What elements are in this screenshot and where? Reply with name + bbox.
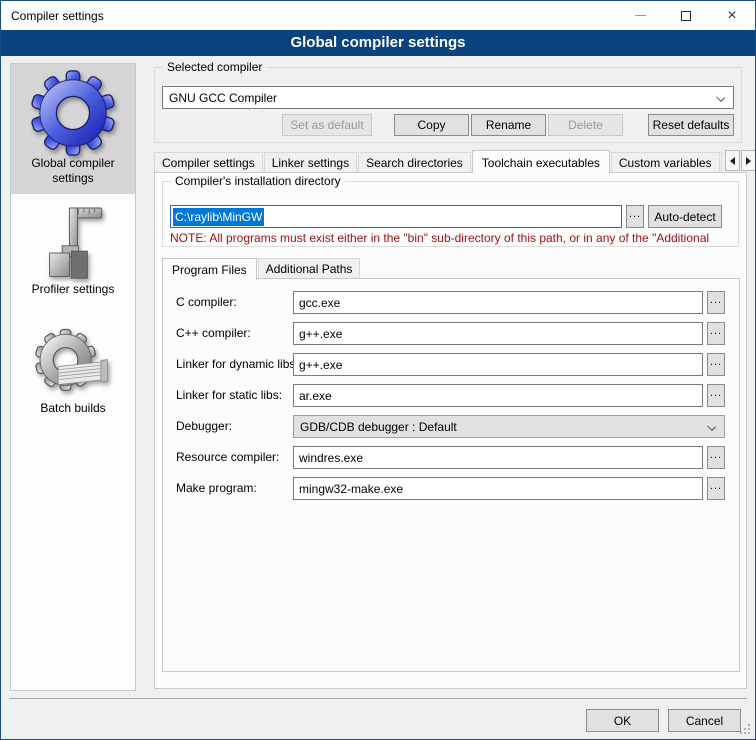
minimize-icon <box>635 15 646 16</box>
chevron-down-icon <box>707 422 716 431</box>
debugger-label: Debugger: <box>176 419 232 433</box>
sidebar-item-label: Batch builds <box>11 401 135 424</box>
make-program-browse-button[interactable]: ... <box>707 477 725 500</box>
cpp-compiler-row: C++ compiler: ... <box>163 322 739 345</box>
dynamic-linker-row: Linker for dynamic libs: ... <box>163 353 739 376</box>
compiler-select[interactable]: GNU GCC Compiler <box>162 86 734 109</box>
cpp-compiler-label: C++ compiler: <box>176 326 251 340</box>
cpp-compiler-browse-button[interactable]: ... <box>707 322 725 345</box>
bin-subdirectory-note: NOTE: All programs must exist either in … <box>170 231 735 245</box>
sidebar-item-profiler-settings[interactable]: Profiler settings <box>11 194 135 305</box>
static-linker-browse-button[interactable]: ... <box>707 384 725 407</box>
toolchain-executables-page: Compiler's installation directory C:\ray… <box>154 172 747 689</box>
dynamic-linker-label: Linker for dynamic libs: <box>176 357 299 371</box>
resource-compiler-row: Resource compiler: ... <box>163 446 739 469</box>
dialog-content: Global compiler settings <box>1 56 755 739</box>
tab-compiler-settings[interactable]: Compiler settings <box>154 152 263 172</box>
c-compiler-browse-button[interactable]: ... <box>707 291 725 314</box>
resource-compiler-input[interactable] <box>293 446 703 469</box>
set-as-default-button[interactable]: Set as default <box>282 114 372 136</box>
dynamic-linker-browse-button[interactable]: ... <box>707 353 725 376</box>
debugger-select[interactable]: GDB/CDB debugger : Default <box>293 415 725 438</box>
arrow-right-icon <box>746 157 755 165</box>
settings-tabbar: Compiler settings Linker settings Search… <box>154 150 724 173</box>
make-program-input[interactable] <box>293 477 703 500</box>
resize-grip[interactable] <box>740 724 752 736</box>
installation-directory-selected-text: C:\raylib\MinGW <box>173 208 264 226</box>
tab-custom-variables[interactable]: Custom variables <box>611 152 720 172</box>
tab-additional-paths[interactable]: Additional Paths <box>258 258 361 278</box>
tab-scroll-right-button[interactable] <box>741 150 756 171</box>
batch-builds-icon <box>11 327 135 401</box>
c-compiler-row: C compiler: ... <box>163 291 739 314</box>
dialog-banner: Global compiler settings <box>1 30 755 56</box>
tab-linker-settings[interactable]: Linker settings <box>264 152 357 172</box>
sidebar-item-global-compiler-settings[interactable]: Global compiler settings <box>11 64 135 194</box>
close-icon: × <box>727 8 736 24</box>
program-files-tabbar: Program Files Additional Paths <box>162 258 361 279</box>
window-title: Compiler settings <box>1 9 617 23</box>
arrow-left-icon <box>726 157 735 165</box>
c-compiler-label: C compiler: <box>176 295 237 309</box>
selected-compiler-group: Selected compiler GNU GCC Compiler Set a… <box>154 67 742 143</box>
installation-directory-legend: Compiler's installation directory <box>171 174 345 188</box>
tab-scroll-left-button[interactable] <box>725 150 740 171</box>
close-button[interactable]: × <box>709 1 755 30</box>
sidebar-item-batch-builds[interactable]: Batch builds <box>11 305 135 424</box>
minimize-button[interactable] <box>617 1 663 30</box>
auto-detect-button[interactable]: Auto-detect <box>648 205 722 228</box>
maximize-button[interactable] <box>663 1 709 30</box>
selected-compiler-legend: Selected compiler <box>163 60 266 74</box>
sidebar-item-label: Profiler settings <box>11 282 135 305</box>
debugger-select-value: GDB/CDB debugger : Default <box>300 420 457 434</box>
chevron-down-icon <box>716 93 725 102</box>
compiler-select-value: GNU GCC Compiler <box>169 91 277 105</box>
resource-compiler-label: Resource compiler: <box>176 450 279 464</box>
program-files-panel: C compiler: ... C++ compiler: ... Linker… <box>162 278 740 672</box>
static-linker-label: Linker for static libs: <box>176 388 282 402</box>
tab-program-files[interactable]: Program Files <box>162 258 257 280</box>
delete-button[interactable]: Delete <box>548 114 623 136</box>
maximize-icon <box>681 11 691 21</box>
debugger-row: Debugger: GDB/CDB debugger : Default <box>163 415 739 438</box>
reset-defaults-button[interactable]: Reset defaults <box>648 114 734 136</box>
settings-category-list: Global compiler settings <box>10 63 136 691</box>
installation-directory-group: Compiler's installation directory C:\ray… <box>162 181 739 247</box>
profiler-settings-icon <box>11 206 135 282</box>
ok-button[interactable]: OK <box>586 709 659 732</box>
tab-toolchain-executables[interactable]: Toolchain executables <box>472 150 610 173</box>
installation-directory-browse-button[interactable]: ... <box>626 205 644 228</box>
cpp-compiler-input[interactable] <box>293 322 703 345</box>
static-linker-input[interactable] <box>293 384 703 407</box>
footer-divider <box>9 698 747 699</box>
installation-directory-input[interactable]: C:\raylib\MinGW <box>170 205 622 228</box>
sidebar-item-label: Global compiler settings <box>11 156 135 194</box>
tab-search-directories[interactable]: Search directories <box>358 152 471 172</box>
compiler-settings-dialog: Compiler settings × Global compiler sett… <box>0 0 756 740</box>
dynamic-linker-input[interactable] <box>293 353 703 376</box>
make-program-label: Make program: <box>176 481 257 495</box>
resource-compiler-browse-button[interactable]: ... <box>707 446 725 469</box>
tab-scroll-arrows <box>724 150 756 171</box>
rename-button[interactable]: Rename <box>471 114 546 136</box>
make-program-row: Make program: ... <box>163 477 739 500</box>
titlebar[interactable]: Compiler settings × <box>1 1 755 30</box>
c-compiler-input[interactable] <box>293 291 703 314</box>
compiler-actions: Set as default Copy Rename Delete Reset … <box>162 114 734 136</box>
global-compiler-settings-icon <box>11 70 135 156</box>
copy-button[interactable]: Copy <box>394 114 469 136</box>
static-linker-row: Linker for static libs: ... <box>163 384 739 407</box>
cancel-button[interactable]: Cancel <box>668 709 741 732</box>
